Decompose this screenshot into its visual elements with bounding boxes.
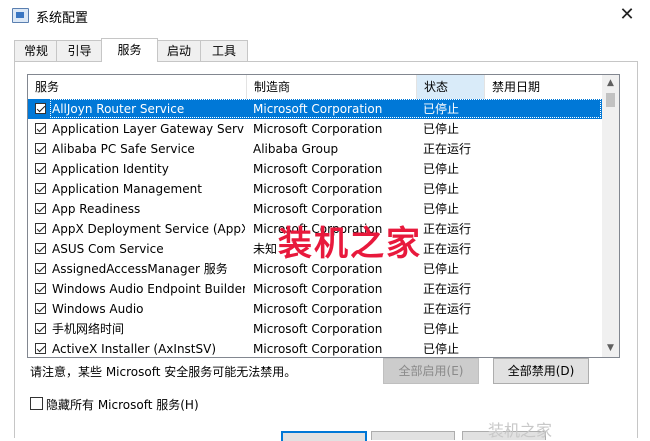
service-row[interactable]: 手机网络时间 Microsoft Corporation 已停止 bbox=[28, 319, 602, 339]
vertical-scrollbar[interactable]: ▲ ▼ bbox=[602, 75, 619, 357]
service-name: Application Layer Gateway Service bbox=[52, 122, 245, 136]
service-name: ASUS Com Service bbox=[52, 242, 164, 256]
service-status: 已停止 bbox=[423, 202, 460, 216]
service-status: 已停止 bbox=[423, 322, 460, 336]
service-enabled-checkbox[interactable] bbox=[35, 243, 46, 254]
service-name: Application Identity bbox=[52, 162, 169, 176]
service-manufacturer: Microsoft Corporation bbox=[253, 322, 383, 336]
service-manufacturer: Microsoft Corporation bbox=[253, 302, 383, 316]
enable-all-button[interactable]: 全部启用(E) bbox=[383, 358, 479, 384]
service-name: Alibaba PC Safe Service bbox=[52, 142, 195, 156]
service-status: 正在运行 bbox=[423, 142, 472, 156]
service-status: 正在运行 bbox=[423, 222, 472, 236]
service-enabled-checkbox[interactable] bbox=[35, 223, 46, 234]
service-manufacturer: Microsoft Corporation bbox=[253, 342, 383, 356]
service-enabled-checkbox[interactable] bbox=[35, 183, 46, 194]
tab-general[interactable]: 常规 bbox=[14, 40, 58, 61]
service-name: 手机网络时间 bbox=[52, 322, 125, 336]
disable-all-button[interactable]: 全部禁用(D) bbox=[493, 358, 589, 384]
service-row[interactable]: AllJoyn Router Service Microsoft Corporat… bbox=[28, 99, 602, 119]
watermark-text: 装机之家 bbox=[278, 224, 422, 264]
tab-boot[interactable]: 引导 bbox=[56, 40, 103, 61]
scroll-down-icon[interactable]: ▼ bbox=[602, 340, 619, 357]
service-enabled-checkbox[interactable] bbox=[35, 283, 46, 294]
column-header-manufacturer[interactable]: 制造商 bbox=[247, 75, 417, 99]
hide-ms-services-checkbox[interactable] bbox=[30, 397, 43, 410]
service-status: 已停止 bbox=[423, 342, 460, 356]
window-title: 系统配置 bbox=[36, 11, 89, 26]
service-enabled-checkbox[interactable] bbox=[35, 263, 46, 274]
service-enabled-checkbox[interactable] bbox=[35, 123, 46, 134]
hide-ms-services-label: 隐藏所有 Microsoft 服务(H) bbox=[46, 398, 199, 412]
service-status: 正在运行 bbox=[423, 282, 472, 296]
service-manufacturer: Microsoft Corporation bbox=[253, 282, 383, 296]
service-status: 已停止 bbox=[423, 122, 460, 136]
service-name: ActiveX Installer (AxInstSV) bbox=[52, 342, 217, 356]
service-enabled-checkbox[interactable] bbox=[35, 203, 46, 214]
service-status: 正在运行 bbox=[423, 302, 472, 316]
service-enabled-checkbox[interactable] bbox=[35, 343, 46, 354]
title-bar: 系统配置 ✕ bbox=[0, 0, 650, 32]
list-header: 服务 制造商 状态 禁用日期 bbox=[28, 75, 602, 99]
corner-watermark: 装机之家 bbox=[488, 421, 553, 440]
notice-text: 请注意，某些 Microsoft 安全服务可能无法禁用。 bbox=[30, 365, 297, 379]
msconfig-app-icon bbox=[12, 8, 29, 23]
service-enabled-checkbox[interactable] bbox=[35, 323, 46, 334]
column-header-service[interactable]: 服务 bbox=[28, 75, 247, 99]
service-name: AssignedAccessManager 服务 bbox=[52, 262, 228, 276]
service-manufacturer: Alibaba Group bbox=[253, 142, 339, 156]
service-row[interactable]: Windows Audio Endpoint Builder Microsoft … bbox=[28, 279, 602, 299]
close-button[interactable]: ✕ bbox=[604, 0, 650, 32]
service-name: App Readiness bbox=[52, 202, 141, 216]
column-header-disabled-date[interactable]: 禁用日期 bbox=[485, 75, 602, 99]
service-row[interactable]: Application Management Microsoft Corporat… bbox=[28, 179, 602, 199]
tab-services[interactable]: 服务 bbox=[101, 38, 158, 62]
service-enabled-checkbox[interactable] bbox=[35, 143, 46, 154]
service-name: AppX Deployment Service (AppX... bbox=[52, 222, 245, 236]
service-manufacturer: Microsoft Corporation bbox=[253, 122, 383, 136]
service-status: 已停止 bbox=[423, 182, 460, 196]
service-name: Windows Audio bbox=[52, 302, 144, 316]
service-row[interactable]: Alibaba PC Safe Service Alibaba Group 正在运行 bbox=[28, 139, 602, 159]
service-enabled-checkbox[interactable] bbox=[35, 103, 46, 114]
service-enabled-checkbox[interactable] bbox=[35, 303, 46, 314]
scroll-thumb[interactable] bbox=[606, 93, 615, 107]
service-status: 正在运行 bbox=[423, 242, 472, 256]
service-row[interactable]: Application Identity Microsoft Corporatio… bbox=[28, 159, 602, 179]
service-name: Application Management bbox=[52, 182, 202, 196]
service-manufacturer: Microsoft Corporation bbox=[253, 182, 383, 196]
column-header-status[interactable]: 状态 bbox=[417, 75, 485, 99]
service-row[interactable]: Windows Audio Microsoft Corporation 正在运行 bbox=[28, 299, 602, 319]
focus-rectangle bbox=[50, 99, 601, 118]
ok-button[interactable] bbox=[281, 431, 367, 441]
cancel-button[interactable] bbox=[371, 431, 455, 440]
service-row[interactable]: Application Layer Gateway Service Microso… bbox=[28, 119, 602, 139]
service-status: 已停止 bbox=[423, 162, 460, 176]
service-status: 已停止 bbox=[423, 262, 460, 276]
service-name: Windows Audio Endpoint Builder bbox=[52, 282, 245, 296]
service-manufacturer: Microsoft Corporation bbox=[253, 162, 383, 176]
tab-startup[interactable]: 启动 bbox=[156, 40, 202, 61]
service-row[interactable]: ActiveX Installer (AxInstSV) Microsoft Co… bbox=[28, 339, 602, 357]
tab-tools[interactable]: 工具 bbox=[200, 40, 248, 61]
scroll-up-icon[interactable]: ▲ bbox=[602, 75, 619, 92]
service-enabled-checkbox[interactable] bbox=[35, 163, 46, 174]
